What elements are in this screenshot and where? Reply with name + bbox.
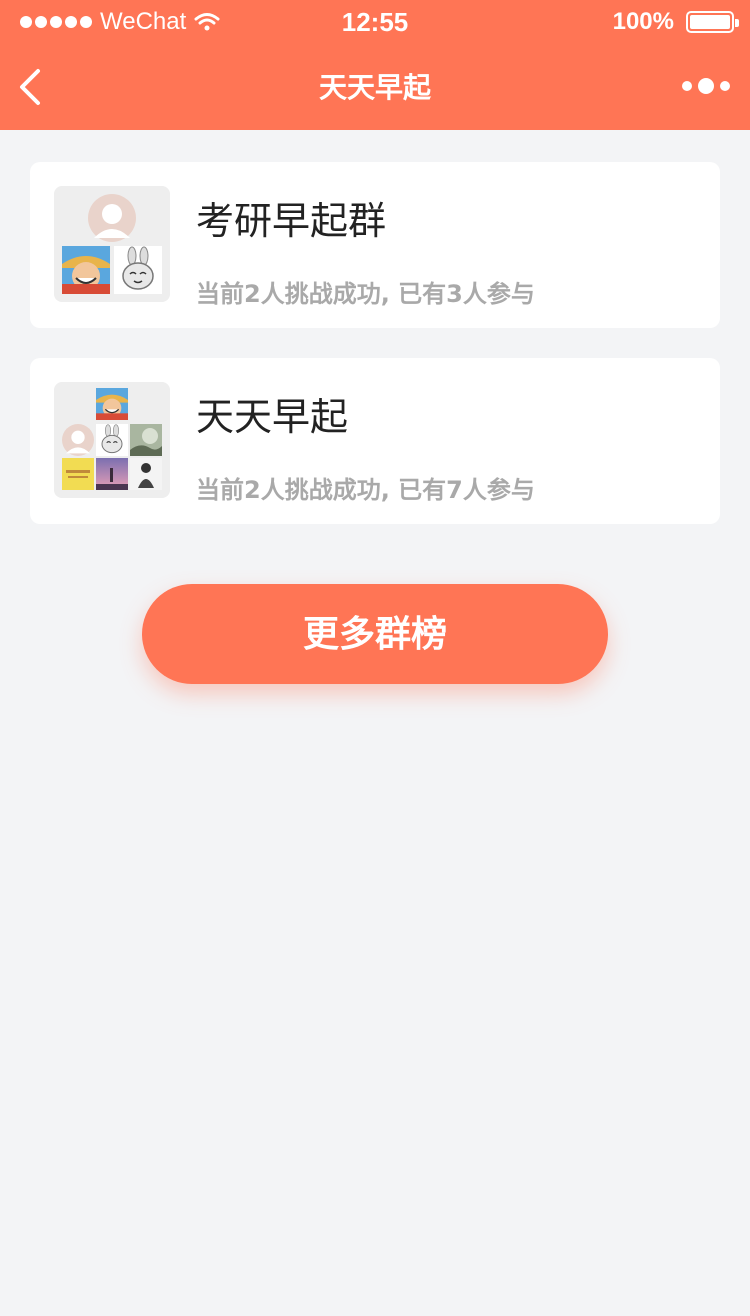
member-avatar <box>130 424 162 456</box>
group-status: 当前2人挑战成功, 已有3人参与 <box>196 280 535 308</box>
group-status: 当前2人挑战成功, 已有7人参与 <box>196 476 535 504</box>
status-bar: WeChat 12:55 100% <box>0 0 750 44</box>
group-avatar <box>54 186 170 302</box>
nav-bar: 天天早起 <box>0 44 750 130</box>
default-user-avatar <box>88 194 136 242</box>
battery-percent: 100% <box>612 8 674 35</box>
member-avatar <box>96 388 128 420</box>
battery-status: 100% <box>612 8 739 36</box>
group-avatar <box>54 382 170 498</box>
battery-icon <box>686 11 739 33</box>
group-card[interactable]: 天天早起 当前2人挑战成功, 已有7人参与 <box>30 358 720 524</box>
member-avatar <box>62 458 94 490</box>
member-avatar <box>62 246 110 294</box>
default-user-avatar <box>62 424 94 456</box>
group-name: 考研早起群 <box>196 199 387 243</box>
group-name: 天天早起 <box>196 395 349 439</box>
more-rankings-button[interactable]: 更多群榜 <box>142 584 608 684</box>
group-card[interactable]: 考研早起群 当前2人挑战成功, 已有3人参与 <box>30 162 720 328</box>
member-avatar <box>130 458 162 490</box>
member-avatar <box>96 424 128 456</box>
member-avatar <box>96 458 128 490</box>
more-options-icon[interactable] <box>682 78 730 94</box>
page-title: 天天早起 <box>318 71 431 104</box>
member-avatar <box>114 246 162 294</box>
